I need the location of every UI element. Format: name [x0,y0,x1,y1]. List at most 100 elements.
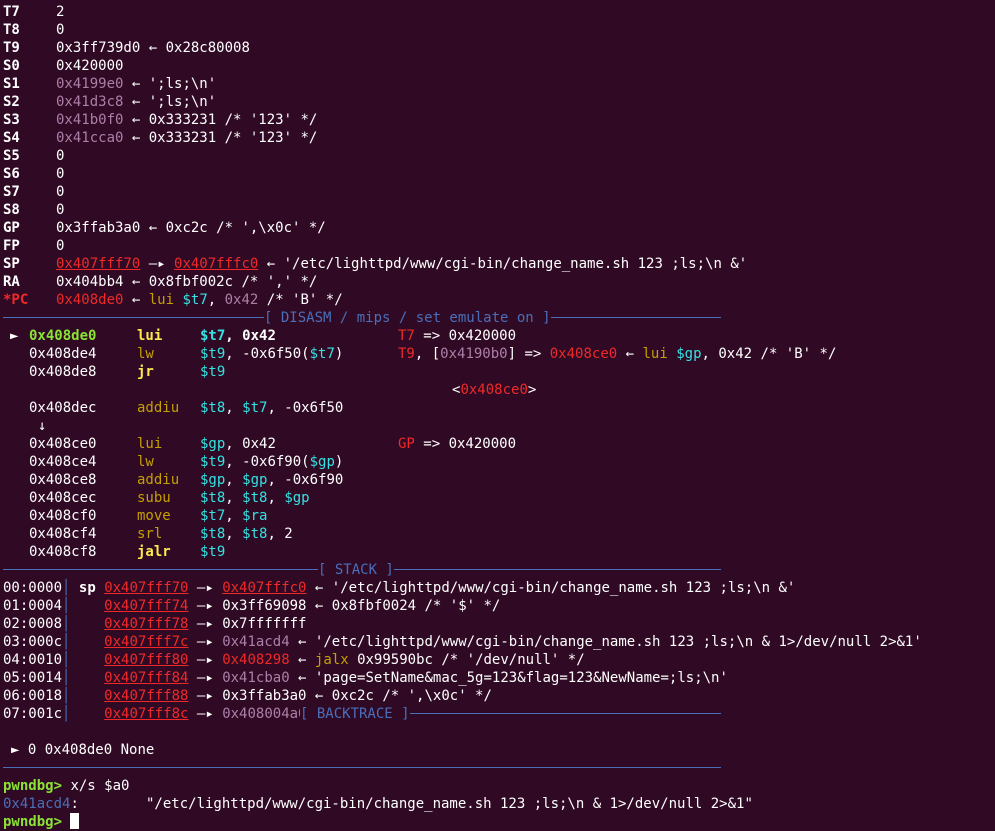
stack-address: 0x407fff78 [104,616,189,632]
registers-panel: T7 2 T8 0 T9 0x3ff739d0 ← 0x28c80008 S0 0x42… [0,3,995,309]
stack-separator: [ STACK ] [0,561,995,579]
register-name: S8 [3,202,20,218]
instruction-address: 0x408cf4 [29,526,97,542]
disasm-line: 0x408ce4 lw $t9, -0x6f90($gp) [0,453,995,471]
stack-address: 0x407fff70 [104,580,189,596]
instruction-register: $t9 [200,544,226,560]
instruction-mnemonic: move [137,508,171,524]
instruction-register: $t8 [200,490,226,506]
jump-arrow-icon: ↓ [38,418,47,434]
annotation-register: T7 [398,328,415,344]
register-row-ra: RA 0x404bb4 ← 0x8fbf002c /* ',' */ [0,273,995,291]
register-name: S2 [3,94,20,110]
register-row: S0 0x420000 [0,57,995,75]
annotation-value: => 0x420000 [414,328,517,344]
register-value: 0 [56,166,65,182]
stack-index: 04:0010 [3,652,63,668]
instruction-operand: , [225,526,243,542]
stack-index: 00:0000 [3,580,63,596]
register-deref: ← 0x333231 /* '123' */ [123,130,318,146]
deref-arrow: —▸ [188,670,223,686]
end-separator [0,759,995,777]
disasm-line: 0x408cf0 move $t7, $ra [0,507,995,525]
backtrace-frame: ► 0 0x408de0 None [0,741,995,759]
current-frame-marker-icon: ► [11,742,20,758]
stack-row: 05:0014│ 0x407fff84 —▸ 0x41cba0 ← 'page=… [3,670,728,686]
stack-address: 0x407fff88 [104,688,189,704]
register-pointer: 0x41cca0 [56,130,124,146]
stack-deref: ← 0x8fbf0024 /* '$' */ [306,598,501,614]
text-cursor[interactable] [70,813,80,829]
annotation-text [668,346,676,362]
stack-row: 04:0010│ 0x407fff80 —▸ 0x408298 ← jalx 0… [3,652,585,668]
instruction-operand: , [225,400,243,416]
terminal-window[interactable]: T7 2 T8 0 T9 0x3ff739d0 ← 0x28c80008 S0 0x42… [0,0,995,830]
disasm-line: 0x408de8 jr $t9 [0,363,995,381]
instruction-operand: , [225,508,243,524]
stack-deref: ← [289,652,315,668]
instruction-operand: , 0x42 [225,436,276,452]
disasm-line: 0x408cf8 jalr $t9 [0,543,995,561]
instruction-register: $t9 [200,346,226,362]
stack-deref: ← '/etc/lighttpd/www/cgi-bin/change_name… [289,634,922,650]
register-name: S6 [3,166,20,182]
console-panel[interactable]: pwndbg> x/s $a0 0x41acd4: "/etc/lighttpd/… [0,777,995,831]
disasm-line: 0x408ce8 addiu $gp, $gp, -0x6f90 [0,471,995,489]
register-name: S4 [3,130,20,146]
deref-arrow: —▸ [188,652,223,668]
stack-address: 0x407fff7c [104,634,189,650]
stack-deref: ← 0xc2c /* ',\x0c' */ [306,688,492,704]
backtrace-frame-text: 0 0x408de0 None [19,742,155,758]
instruction-mnemonic: lui [148,292,175,308]
instruction-register: $t7 [182,292,208,308]
stack-deref: 0x99590bc /* '/dev/null' */ [348,652,585,668]
register-value: 0 [56,238,65,254]
stack-row: 00:0000│ sp 0x407fff70 —▸ 0x407fffc0 ← '… [3,580,796,596]
stack-value: 0x408298 [222,652,290,668]
register-pointer: 0x407fffc0 [174,256,259,272]
instruction-register: $t7 [200,328,226,344]
annotation-text: ] => [507,346,550,362]
register-row-sp: SP 0x407fff70 —▸ 0x407fffc0 ← '/etc/light… [0,255,995,273]
output-value: "/etc/lighttpd/www/cgi-bin/change_name.s… [146,796,753,812]
register-value: 0x404bb4 [56,274,124,290]
instruction-address: 0x408dec [29,400,97,416]
stack-value: 0x41cba0 [222,670,290,686]
instruction-operand: , -0x6f90( [225,454,310,470]
register-row: FP 0 [0,237,995,255]
instruction-mnemonic: jr [137,364,154,380]
backtrace-separator: [ BACKTRACE ] [0,705,995,723]
annotation-text: ← [617,346,643,362]
instruction-mnemonic: addiu [137,400,180,416]
stack-index: 05:0014 [3,670,63,686]
instruction-mnemonic: jalx [314,652,349,668]
register-value: 0x3ff739d0 [56,40,141,56]
annotation-register: $gp [676,346,702,362]
instruction-register: $t9 [200,364,226,380]
disasm-line: 0x408dec addiu $t8, $t7, -0x6f50 [0,399,995,417]
instruction-register: $gp [200,436,226,452]
register-row: T7 2 [0,3,995,21]
register-value: 0x3ffab3a0 [56,220,141,236]
stack-index: 03:000c [3,634,63,650]
register-row: GP 0x3ffab3a0 ← 0xc2c /* ',\x0c' */ [0,219,995,237]
register-row: S1 0x4199e0 ← ';ls;\n' [0,75,995,93]
stack-label: sp [78,580,96,596]
instruction-operand: , [267,490,285,506]
instruction-register: $t8 [200,526,226,542]
stack-address: 0x407fff80 [104,652,189,668]
register-value: 0 [56,148,65,164]
instruction-operand: , [207,292,225,308]
annotation-text: , 0x42 /* 'B' */ [701,346,837,362]
instruction-register: $gp [284,490,310,506]
instruction-mnemonic: lw [137,346,154,362]
console-output: 0x41acd4: "/etc/lighttpd/www/cgi-bin/chan… [0,795,995,813]
instruction-register: $gp [200,472,226,488]
stack-panel: 00:0000│ sp 0x407fff70 —▸ 0x407fffc0 ← '… [0,579,995,723]
deref-arrow: —▸ [188,688,223,704]
register-deref: ← ';ls;\n' [123,94,217,110]
disasm-line: 0x408cec subu $t8, $t8, $gp [0,489,995,507]
register-pointer: 0x408de0 [56,292,124,308]
register-pointer: 0x4199e0 [56,76,124,92]
register-name: GP [3,220,20,236]
